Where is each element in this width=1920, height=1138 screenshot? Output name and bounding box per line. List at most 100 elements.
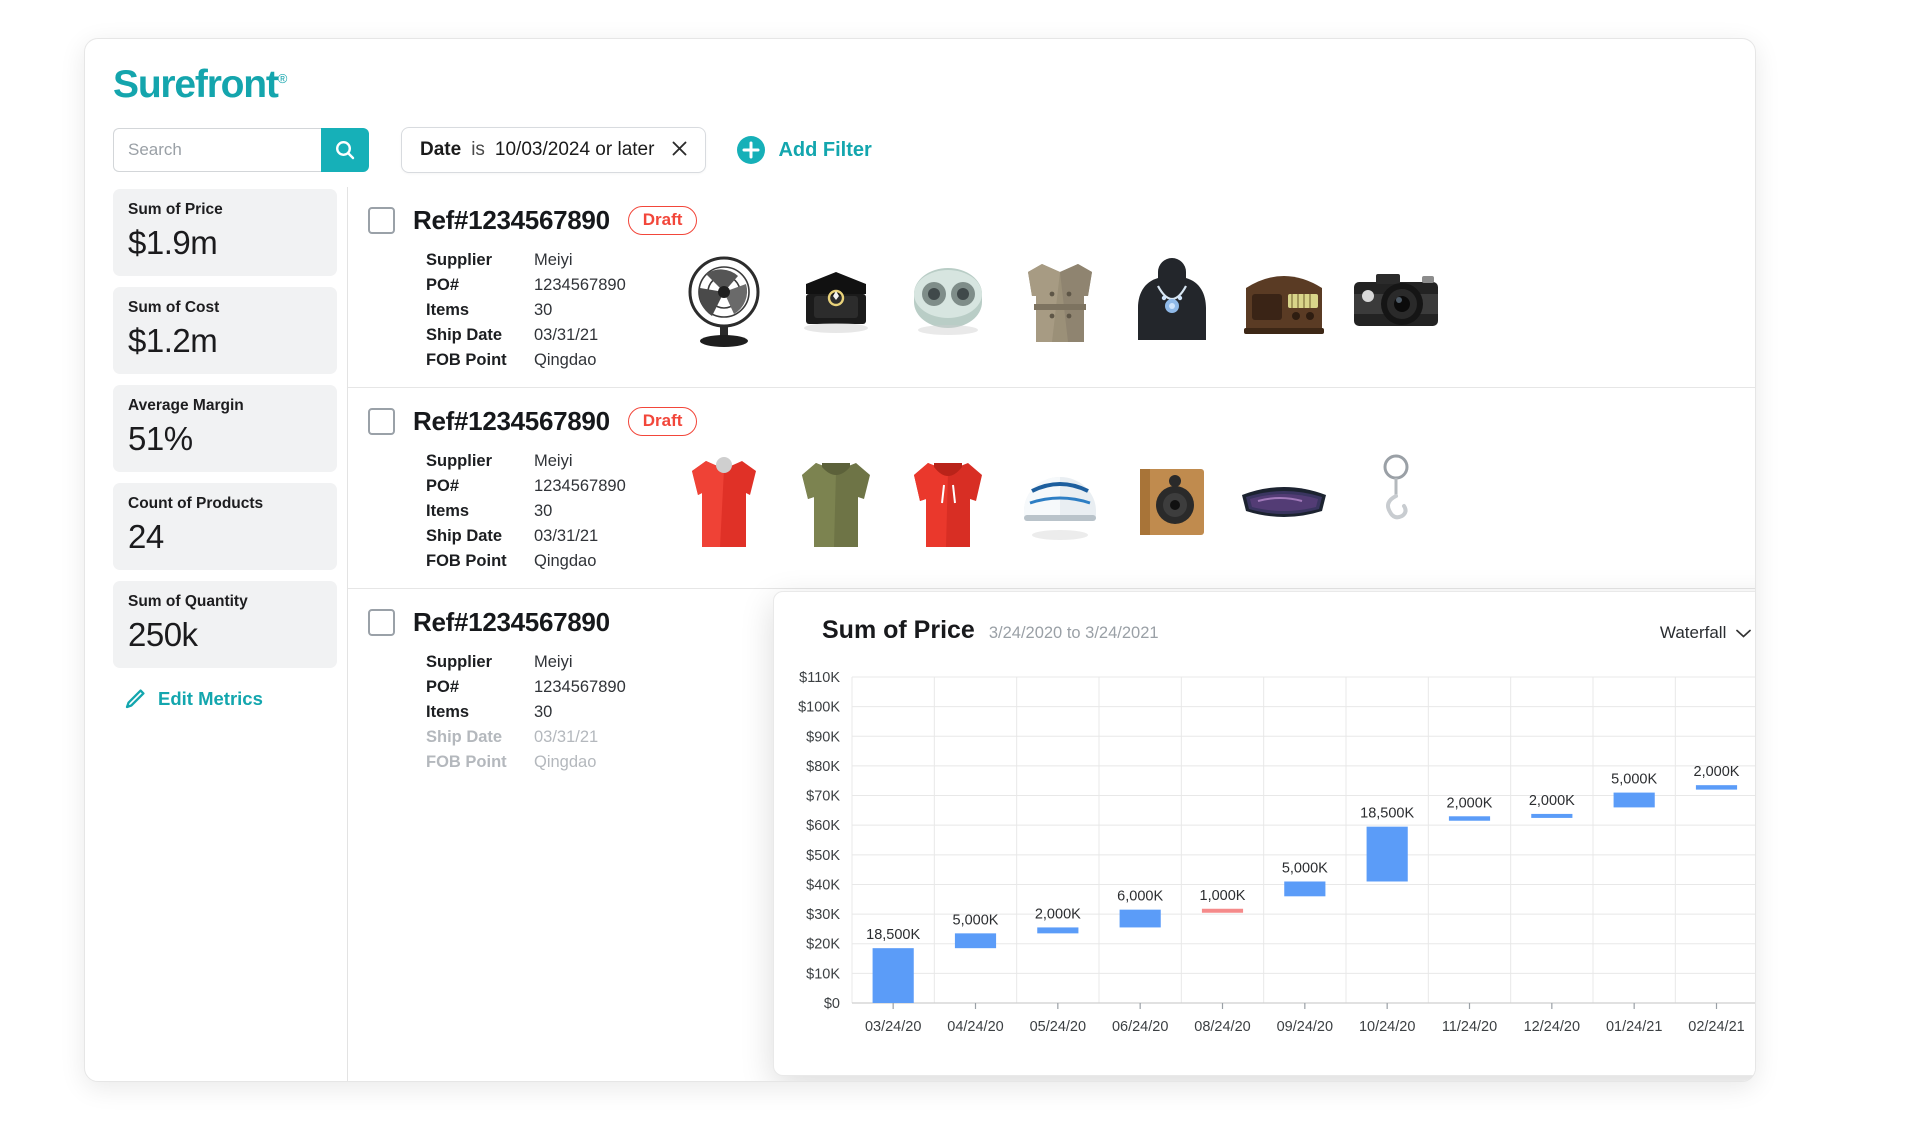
metric-value: 24 (128, 518, 164, 555)
waterfall-bar[interactable] (872, 948, 914, 1003)
product-thumb-desk-fan[interactable] (668, 248, 780, 352)
y-axis-tick-label: $40K (806, 877, 840, 893)
field-label: FOB Point (426, 552, 507, 570)
row-checkbox[interactable] (368, 207, 395, 234)
product-thumb-red-jacket[interactable] (668, 449, 780, 553)
field-items: Items 30 (426, 298, 668, 323)
field-value: 1234567890 (534, 276, 626, 294)
row-checkbox[interactable] (368, 609, 395, 636)
metric-label: Sum of Cost (128, 299, 220, 316)
search-box (113, 128, 369, 172)
product-thumb-bike-helmet[interactable] (1004, 449, 1116, 553)
metric-label: Count of Products (128, 495, 264, 512)
x-axis-tick-label: 08/24/20 (1194, 1019, 1250, 1035)
record-fields: Supplier Meiyi PO# 1234567890 Items 30 S… (368, 248, 668, 373)
field-supplier: Supplier Meiyi (426, 650, 668, 675)
add-filter-label: Add Filter (778, 138, 872, 161)
waterfall-bar[interactable] (1695, 785, 1738, 790)
filter-chip-date[interactable]: Date is 10/03/2024 or later (401, 127, 707, 173)
x-axis-tick-label: 12/24/20 (1524, 1019, 1580, 1035)
product-thumb-keychain[interactable] (1340, 449, 1452, 553)
product-thumb-red-hoodie[interactable] (892, 449, 1004, 553)
product-thumb-trench-coat[interactable] (1004, 248, 1116, 352)
product-thumb-necklace-bust[interactable] (1116, 248, 1228, 352)
bar-value-label: 1,000K (1200, 888, 1246, 904)
chart-overlay-panel: Sum of Price 3/24/2020 to 3/24/2021 Wate… (773, 591, 1755, 1076)
waterfall-bar[interactable] (1284, 881, 1326, 897)
field-po: PO# 1234567890 (426, 474, 668, 499)
product-thumb-vintage-radio[interactable] (1228, 248, 1340, 352)
metric-card-count-of-products[interactable]: Count of Products 24 (113, 483, 337, 570)
waterfall-bar[interactable] (1448, 816, 1491, 821)
waterfall-bar[interactable] (954, 933, 997, 949)
screenshot-root: Surefront® Date is 10/03/2024 or later (0, 0, 1920, 1138)
record-body: Supplier Meiyi PO# 1234567890 Items 30 S… (368, 248, 1755, 373)
metric-card-sum-of-cost[interactable]: Sum of Cost $1.2m (113, 287, 337, 374)
field-value: 30 (534, 301, 553, 319)
product-thumb-wood-speaker[interactable] (1116, 449, 1228, 553)
record-fields: Supplier Meiyi PO# 1234567890 Items 30 S… (368, 449, 668, 574)
field-label: FOB Point (426, 351, 507, 369)
field-items: Items 30 (426, 700, 668, 725)
field-value: 03/31/21 (534, 527, 599, 545)
waterfall-bar[interactable] (1531, 813, 1573, 818)
product-thumb-sunglasses[interactable] (1228, 449, 1340, 553)
waterfall-bar[interactable] (1201, 908, 1244, 913)
chart-type-select[interactable]: Waterfall (1660, 623, 1752, 643)
product-thumb-olive-hoodie[interactable] (780, 449, 892, 553)
plus-circle-icon (736, 135, 766, 165)
field-value: Meiyi (534, 653, 573, 671)
toolbar: Date is 10/03/2024 or later Add Filter (113, 127, 872, 173)
metric-card-sum-of-price[interactable]: Sum of Price $1.9m (113, 189, 337, 276)
bar-value-label: 5,000K (1282, 860, 1328, 876)
row-checkbox[interactable] (368, 408, 395, 435)
record-body: Supplier Meiyi PO# 1234567890 Items 30 S… (368, 449, 1755, 574)
field-value: 1234567890 (534, 678, 626, 696)
field-value: 03/31/21 (534, 728, 599, 746)
metric-label: Sum of Price (128, 201, 223, 218)
search-icon (333, 138, 357, 162)
field-ship-date: Ship Date 03/31/21 (426, 725, 668, 750)
registered-mark: ® (277, 71, 288, 86)
edit-metrics-button[interactable]: Edit Metrics (123, 687, 337, 711)
bar-value-label: 2,000K (1447, 795, 1493, 811)
waterfall-bar[interactable] (1366, 826, 1408, 882)
field-fob-point: FOB Point Qingdao (426, 750, 668, 775)
bar-value-label: 2,000K (1035, 906, 1081, 922)
y-axis-tick-label: $30K (806, 907, 840, 923)
search-button[interactable] (321, 128, 369, 172)
table-row[interactable]: Ref#1234567890 Draft Supplier Meiyi PO# … (348, 187, 1755, 388)
waterfall-bar[interactable] (1119, 909, 1161, 928)
metric-card-sum-of-quantity[interactable]: Sum of Quantity 250k (113, 581, 337, 668)
y-axis-tick-label: $100K (798, 700, 840, 716)
field-supplier: Supplier Meiyi (426, 248, 668, 273)
bar-value-label: 5,000K (953, 912, 999, 928)
y-axis-tick-label: $110K (799, 670, 840, 686)
table-row[interactable]: Ref#1234567890 Draft Supplier Meiyi PO# … (348, 388, 1755, 589)
metric-value: 250k (128, 616, 198, 653)
field-value: 30 (534, 502, 553, 520)
record-header: Ref#1234567890 Draft (368, 406, 1755, 437)
metric-card-average-margin[interactable]: Average Margin 51% (113, 385, 337, 472)
search-input[interactable] (113, 128, 321, 172)
waterfall-bar[interactable] (1613, 792, 1655, 808)
field-value: Qingdao (534, 552, 597, 570)
bar-value-label: 2,000K (1529, 793, 1575, 809)
chart-title: Sum of Price (822, 616, 975, 644)
product-thumbnails (668, 248, 1755, 373)
status-badge: Draft (627, 407, 698, 436)
waterfall-bar[interactable] (1037, 927, 1079, 934)
record-ref: Ref#1234567890 (413, 607, 610, 637)
product-thumb-earbuds-case[interactable] (892, 248, 1004, 352)
product-thumb-ring-box[interactable] (780, 248, 892, 352)
x-axis-tick-label: 01/24/21 (1606, 1019, 1662, 1035)
field-value: Qingdao (534, 351, 597, 369)
add-filter-button[interactable]: Add Filter (736, 135, 872, 165)
bar-value-label: 5,000K (1611, 772, 1657, 788)
field-po: PO# 1234567890 (426, 675, 668, 700)
app-logo: Surefront® (113, 63, 288, 107)
product-thumb-film-camera[interactable] (1340, 248, 1452, 352)
field-ship-date: Ship Date 03/31/21 (426, 524, 668, 549)
field-value: 03/31/21 (534, 326, 599, 344)
close-icon[interactable] (670, 139, 689, 162)
